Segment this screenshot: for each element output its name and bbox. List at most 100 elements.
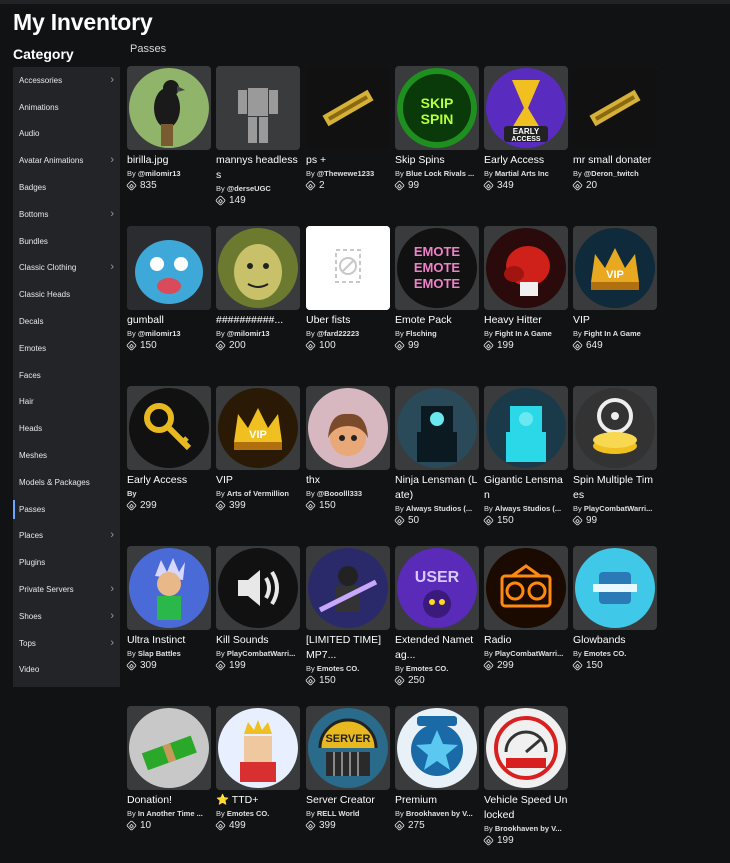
item-name[interactable]: birilla.jpg	[127, 153, 211, 168]
creator-name[interactable]: @fard22223	[317, 329, 359, 338]
sidebar-item-tops[interactable]: Tops ›	[13, 630, 120, 657]
item-name[interactable]: ##########...	[216, 313, 300, 328]
item-card[interactable]: thx By @Booolll333 150	[305, 386, 390, 536]
sidebar-item-audio[interactable]: Audio	[13, 121, 120, 148]
creator-name[interactable]: RELL World	[317, 809, 360, 818]
item-name[interactable]: [LIMITED TIME] MP7...	[306, 633, 390, 663]
item-card[interactable]: mr small donater By @Deron_twitch 20	[572, 66, 657, 216]
item-name[interactable]: Extended Nametag...	[395, 633, 479, 663]
item-thumbnail[interactable]	[573, 386, 657, 470]
creator-name[interactable]: Always Studios (...	[495, 504, 561, 513]
item-name[interactable]: mr small donater	[573, 153, 657, 168]
creator-name[interactable]: Fight In A Game	[584, 329, 641, 338]
creator-name[interactable]: Emotes CO.	[227, 809, 270, 818]
item-card[interactable]: mannys headlesss By @derseUGC 149	[215, 66, 300, 216]
item-card[interactable]: gumball By @milomir13 150	[126, 226, 211, 376]
item-card[interactable]: Vehicle Speed Unlocked By Brookhaven by V…	[483, 706, 568, 856]
item-thumbnail[interactable]: EARLY ACCESS	[484, 66, 568, 150]
item-thumbnail[interactable]	[573, 546, 657, 630]
item-thumbnail[interactable]	[573, 66, 657, 150]
item-name[interactable]: Uber fists	[306, 313, 390, 328]
item-card[interactable]: SERVER Server Creator By RELL World 399	[305, 706, 390, 856]
sidebar-item-decals[interactable]: Decals	[13, 308, 120, 335]
sidebar-item-animations[interactable]: Animations	[13, 94, 120, 121]
item-card[interactable]: VIP VIP By Arts of Vermillion 399	[215, 386, 300, 536]
sidebar-item-faces[interactable]: Faces	[13, 362, 120, 389]
item-card[interactable]: Early Access By 299	[126, 386, 211, 536]
sidebar-item-places[interactable]: Places ›	[13, 523, 120, 550]
item-thumbnail[interactable]	[306, 386, 390, 470]
item-name[interactable]: Heavy Hitter	[484, 313, 568, 328]
creator-name[interactable]: In Another Time ...	[138, 809, 203, 818]
sidebar-item-emotes[interactable]: Emotes	[13, 335, 120, 362]
item-name[interactable]: Spin Multiple Times	[573, 473, 657, 503]
sidebar-item-passes[interactable]: Passes	[13, 496, 120, 523]
item-name[interactable]: mannys headlesss	[216, 153, 300, 183]
item-thumbnail[interactable]	[216, 226, 300, 310]
item-thumbnail[interactable]	[127, 66, 211, 150]
item-thumbnail[interactable]	[216, 706, 300, 790]
item-thumbnail[interactable]	[306, 546, 390, 630]
creator-name[interactable]: Always Studios (...	[406, 504, 472, 513]
item-name[interactable]: ⭐ TTD+	[216, 793, 300, 808]
item-thumbnail[interactable]: VIP	[216, 386, 300, 470]
item-name[interactable]: Glowbands	[573, 633, 657, 648]
item-name[interactable]: Ultra Instinct	[127, 633, 211, 648]
item-card[interactable]: Premium By Brookhaven by V... 275	[394, 706, 479, 856]
creator-name[interactable]: @derseUGC	[227, 184, 271, 193]
sidebar-item-heads[interactable]: Heads	[13, 415, 120, 442]
item-card[interactable]: USER Extended Nametag... By Emotes CO. 250	[394, 546, 479, 696]
creator-name[interactable]: PlayCombatWarri...	[584, 504, 653, 513]
item-thumbnail[interactable]	[127, 706, 211, 790]
creator-name[interactable]: By	[127, 489, 137, 498]
sidebar-item-classic-heads[interactable]: Classic Heads	[13, 281, 120, 308]
item-card[interactable]: SKIP SPIN Skip Spins By Blue Lock Rivals ..…	[394, 66, 479, 216]
item-thumbnail[interactable]: SERVER	[306, 706, 390, 790]
item-card[interactable]: Kill Sounds By PlayCombatWarri... 199	[215, 546, 300, 696]
item-name[interactable]: Radio	[484, 633, 568, 648]
sidebar-item-badges[interactable]: Badges	[13, 174, 120, 201]
creator-name[interactable]: Brookhaven by V...	[495, 824, 562, 833]
item-card[interactable]: Ultra Instinct By Slap Battles 309	[126, 546, 211, 696]
creator-name[interactable]: @milomir13	[138, 169, 181, 178]
item-thumbnail[interactable]	[216, 66, 300, 150]
item-name[interactable]: Early Access	[127, 473, 211, 488]
item-name[interactable]: thx	[306, 473, 390, 488]
item-name[interactable]: Emote Pack	[395, 313, 479, 328]
creator-name[interactable]: Brookhaven by V...	[406, 809, 473, 818]
item-thumbnail[interactable]	[127, 386, 211, 470]
item-card[interactable]: Uber fists By @fard22223 100	[305, 226, 390, 376]
sidebar-item-meshes[interactable]: Meshes	[13, 442, 120, 469]
creator-name[interactable]: @Deron_twitch	[584, 169, 639, 178]
item-card[interactable]: birilla.jpg By @milomir13 835	[126, 66, 211, 216]
creator-name[interactable]: Emotes CO.	[317, 664, 360, 673]
sidebar-item-models-packages[interactable]: Models & Packages	[13, 469, 120, 496]
creator-name[interactable]: Flsching	[406, 329, 437, 338]
sidebar-item-bundles[interactable]: Bundles	[13, 228, 120, 255]
item-name[interactable]: ps +	[306, 153, 390, 168]
item-card[interactable]: Spin Multiple Times By PlayCombatWarri...…	[572, 386, 657, 536]
item-thumbnail[interactable]: EMOTE EMOTE EMOTE	[395, 226, 479, 310]
item-card[interactable]: EARLY ACCESS Early Access By Martial Arts I…	[483, 66, 568, 216]
item-card[interactable]: VIP VIP By Fight In A Game 649	[572, 226, 657, 376]
item-name[interactable]: VIP	[216, 473, 300, 488]
item-card[interactable]: Radio By PlayCombatWarri... 299	[483, 546, 568, 696]
item-thumbnail[interactable]	[395, 706, 479, 790]
creator-name[interactable]: Fight In A Game	[495, 329, 552, 338]
creator-name[interactable]: Arts of Vermillion	[227, 489, 289, 498]
item-thumbnail[interactable]	[395, 386, 479, 470]
item-name[interactable]: Skip Spins	[395, 153, 479, 168]
sidebar-item-hair[interactable]: Hair	[13, 389, 120, 416]
creator-name[interactable]: @milomir13	[138, 329, 181, 338]
item-card[interactable]: [LIMITED TIME] MP7... By Emotes CO. 150	[305, 546, 390, 696]
item-thumbnail[interactable]: USER	[395, 546, 479, 630]
creator-name[interactable]: @Booolll333	[317, 489, 362, 498]
creator-name[interactable]: @milomir13	[227, 329, 270, 338]
item-thumbnail[interactable]	[484, 706, 568, 790]
sidebar-item-plugins[interactable]: Plugins	[13, 549, 120, 576]
creator-name[interactable]: Emotes CO.	[584, 649, 627, 658]
item-card[interactable]: Donation! By In Another Time ... 10	[126, 706, 211, 856]
item-thumbnail[interactable]: VIP	[573, 226, 657, 310]
item-card[interactable]: ⭐ TTD+ By Emotes CO. 499	[215, 706, 300, 856]
item-name[interactable]: Gigantic Lensman	[484, 473, 568, 503]
